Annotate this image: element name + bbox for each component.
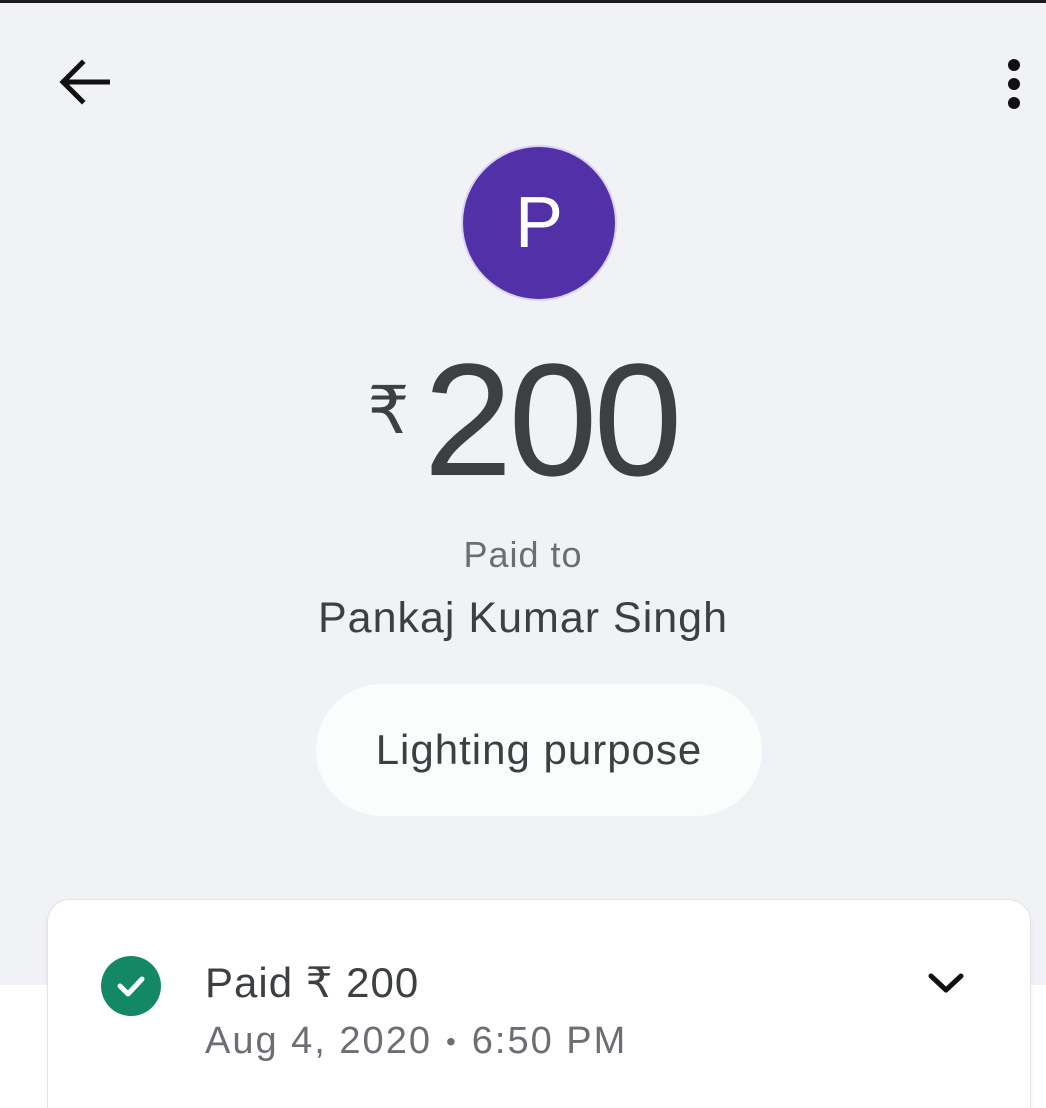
check-circle-icon [101, 956, 161, 1016]
arrow-left-icon [58, 58, 111, 110]
payment-details-screen: P ₹ 200 Paid to Pankaj Kumar Singh Light… [0, 0, 1046, 1108]
payment-note-text: Lighting purpose [375, 726, 703, 773]
currency-symbol: ₹ [367, 372, 410, 449]
chevron-down-icon [927, 971, 965, 1000]
avatar-initial: P [514, 183, 564, 263]
payee-name: Pankaj Kumar Singh [318, 594, 728, 642]
avatar: P [463, 147, 615, 299]
status-title: Paid ₹ 200 [205, 959, 420, 1006]
payment-note: Lighting purpose [316, 684, 762, 816]
amount-display: ₹ 200 [0, 340, 1046, 500]
more-options-button[interactable] [978, 46, 1046, 126]
transaction-datetime: Aug 4, 2020 • 6:50 PM [205, 1020, 627, 1063]
status-card[interactable]: Paid ₹ 200 Aug 4, 2020 • 6:50 PM [48, 900, 1030, 1108]
datetime-separator: • [445, 1025, 458, 1057]
transaction-date: Aug 4, 2020 [205, 1020, 432, 1062]
back-button[interactable] [44, 44, 124, 124]
amount-value: 200 [423, 330, 683, 509]
status-bar-edge [0, 0, 1046, 3]
paid-to-label: Paid to [463, 534, 583, 575]
more-vertical-icon [1006, 58, 1022, 115]
expand-button[interactable] [914, 950, 978, 1020]
transaction-time: 6:50 PM [471, 1020, 628, 1062]
